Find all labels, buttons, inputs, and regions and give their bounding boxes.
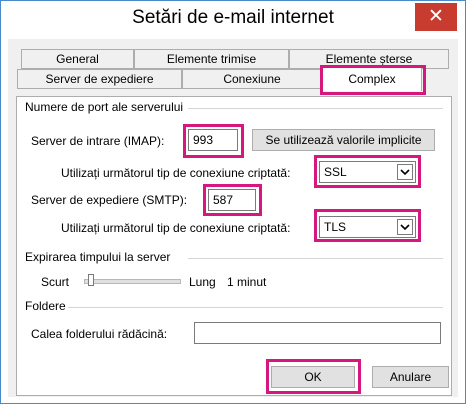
tab-deleted-items[interactable]: Elemente șterse [289, 49, 449, 69]
chevron-down-icon [397, 219, 413, 235]
outgoing-encryption-label: Utilizați următorul tip de conexiune cri… [61, 221, 291, 235]
timeout-value: 1 minut [227, 275, 267, 289]
dialog-client-area: General Elemente trimise Elemente șterse… [8, 39, 458, 397]
ports-section-title: Numere de port ale serverului [25, 100, 184, 114]
dialog-title: Setări de e-mail internet [132, 7, 334, 28]
tab-sent-items[interactable]: Elemente trimise [134, 49, 289, 69]
timeout-section-title: Expirarea timpului la server [25, 250, 171, 264]
tab-general[interactable]: General [21, 49, 134, 69]
use-defaults-button[interactable]: Se utilizează valorile implicite [252, 129, 435, 151]
timeout-short-label: Scurt [41, 275, 70, 289]
incoming-server-label: Server de intrare (IMAP): [31, 134, 165, 148]
ports-section-divider [188, 108, 443, 109]
incoming-encryption-label: Utilizați următorul tip de conexiune cri… [61, 166, 291, 180]
root-folder-label: Calea folderului rădăcină: [31, 327, 168, 341]
timeout-section-divider [188, 258, 443, 259]
close-button[interactable]: ✕ [415, 3, 457, 31]
outgoing-port-input[interactable]: 587 [208, 189, 256, 211]
tab-advanced[interactable]: Complex [322, 67, 422, 91]
incoming-encryption-value: SSL [324, 165, 347, 179]
outgoing-encryption-select[interactable]: TLS [319, 216, 416, 238]
timeout-long-label: Lung [189, 275, 216, 289]
chevron-down-icon [397, 164, 413, 180]
outgoing-server-label: Server de expediere (SMTP): [31, 193, 188, 207]
close-icon: ✕ [428, 6, 444, 27]
outgoing-encryption-value: TLS [324, 220, 347, 234]
tab-connection[interactable]: Conexiune [182, 69, 322, 89]
dialog-window: Setări de e-mail internet ✕ General Elem… [0, 0, 466, 404]
title-bar: Setări de e-mail internet ✕ [1, 1, 465, 39]
incoming-encryption-select[interactable]: SSL [319, 161, 416, 183]
timeout-slider-track[interactable] [84, 279, 181, 284]
incoming-port-input[interactable]: 993 [188, 129, 238, 151]
root-folder-input[interactable] [194, 322, 441, 344]
ok-button[interactable]: OK [271, 366, 355, 388]
folders-section-divider [68, 307, 443, 308]
timeout-slider-thumb[interactable] [87, 274, 94, 286]
cancel-button[interactable]: Anulare [372, 366, 449, 388]
tab-outgoing-server[interactable]: Server de expediere [17, 69, 182, 89]
folders-section-title: Foldere [25, 299, 66, 313]
